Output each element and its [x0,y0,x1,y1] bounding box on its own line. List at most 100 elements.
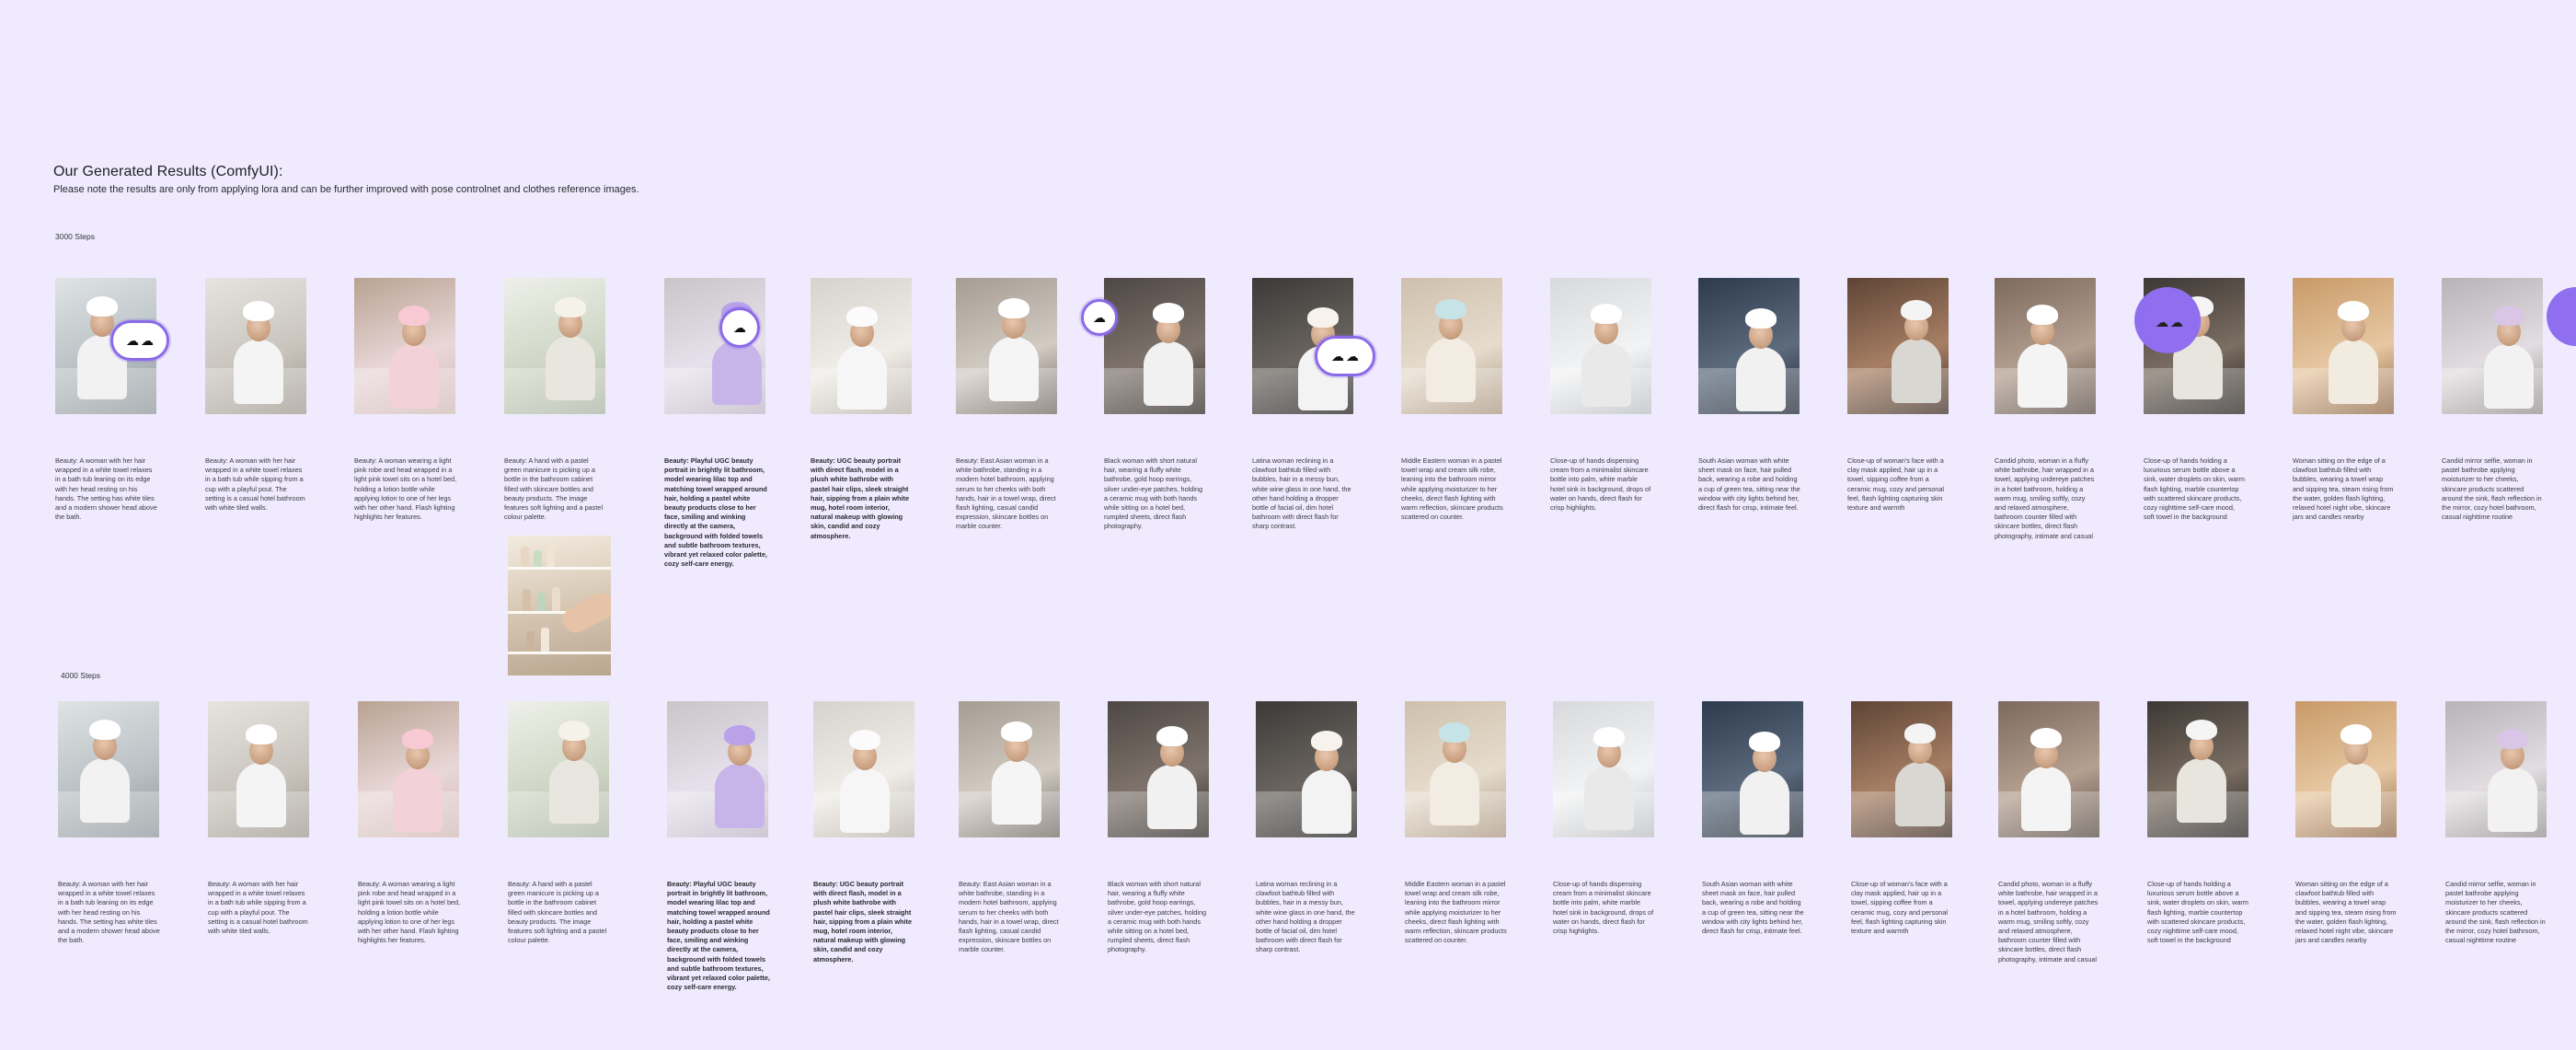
result-card: Candid mirror selfie, woman in pastel ba… [2445,701,2556,945]
result-image[interactable] [1550,278,1651,414]
figure-body [1302,769,1351,834]
result-image[interactable] [1702,701,1803,837]
result-image[interactable] [1256,701,1357,837]
image-stack-badge[interactable]: ☁ ☁ [1315,336,1375,376]
result-image[interactable] [2445,701,2547,837]
image-stack-badge[interactable]: ☁ [719,307,760,348]
figure-body [2329,340,2378,404]
result-image[interactable] [504,278,605,414]
result-card: South Asian woman with white sheet mask … [1698,278,1809,513]
figure-body [236,763,286,827]
result-caption: Latina woman reclining in a clawfoot bat… [1252,456,1351,531]
image-stack-badge[interactable]: ☁ ☁ [2139,304,2200,340]
figure-towel-wrap [558,721,590,741]
result-caption: Woman sitting on the edge of a clawfoot … [2293,456,2394,522]
result-image[interactable] [813,701,914,837]
result-card: Beauty: A hand with a pastel green manic… [508,701,618,945]
figure-body [715,764,765,828]
result-caption: Black woman with short natural hair, wea… [1108,880,1207,954]
result-card: Beauty: East Asian woman in a white bath… [956,278,1066,532]
result-image[interactable] [1998,701,2099,837]
result-image[interactable] [1847,278,1949,414]
result-image[interactable] [2442,278,2543,414]
figure-body [1430,761,1479,825]
result-caption: Latina woman reclining in a clawfoot bat… [1256,880,1355,954]
result-card: Beauty: A hand with a pastel green manic… [504,278,615,522]
result-image[interactable] [1851,701,1952,837]
result-caption: Beauty: A woman with her hair wrapped in… [205,456,305,513]
result-image[interactable] [205,278,306,414]
figure-body [840,768,890,833]
figure-body [837,345,887,410]
figure-towel-wrap [1435,299,1466,319]
result-image[interactable] [208,701,309,837]
figure-towel-wrap [1156,726,1188,746]
result-image[interactable] [2293,278,2394,414]
result-image[interactable] [1108,701,1209,837]
result-image[interactable] [2147,701,2248,837]
figure-body [2484,344,2534,409]
figure-towel-wrap [2027,305,2058,325]
figure-towel-wrap [1591,304,1622,324]
result-image[interactable] [58,701,159,837]
result-card: Woman sitting on the edge of a clawfoot … [2293,278,2403,522]
figure-body [1147,765,1197,829]
result-card: Close-up of hands dispensing cream from … [1553,701,1663,936]
figure-towel-wrap [555,297,586,317]
figure-towel-wrap [398,306,430,326]
result-image[interactable] [1401,278,1502,414]
figure-body [1892,339,1941,403]
figure-body [2021,767,2071,831]
figure-body [712,340,762,405]
result-image[interactable] [664,278,765,414]
result-image[interactable] [358,701,459,837]
result-caption: Close-up of woman's face with a clay mas… [1851,880,1949,936]
image-stack-icon: ☁ [1331,349,1344,363]
result-card: Candid mirror selfie, woman in pastel ba… [2442,278,2552,522]
figure-body [546,336,595,400]
result-image[interactable] [1405,701,1506,837]
figure-body [2177,758,2226,823]
result-card: Beauty: A woman with her hair wrapped in… [55,278,166,522]
image-stack-badge[interactable]: ☁ ☁ [110,320,169,361]
result-image[interactable] [956,278,1057,414]
result-image[interactable] [959,701,1060,837]
result-caption: South Asian woman with white sheet mask … [1702,880,1804,936]
result-card: Beauty: UGC beauty portrait with direct … [813,701,924,964]
result-card: Latina woman reclining in a clawfoot bat… [1252,278,1363,532]
figure-towel-wrap [1001,721,1032,742]
figure-body [1895,762,1945,826]
result-image[interactable] [667,701,768,837]
result-image[interactable] [1698,278,1800,414]
figure-towel-wrap [246,724,277,744]
page-subtitle: Please note the results are only from ap… [53,184,639,195]
figure-body [1740,770,1789,835]
result-card: Candid photo, woman in a fluffy white ba… [1995,278,2105,541]
figure-towel-wrap [2340,724,2372,744]
figure-towel-wrap [1901,300,1932,320]
result-image[interactable] [1104,278,1205,414]
result-card: Beauty: UGC beauty portrait with direct … [811,278,921,541]
result-image[interactable] [1553,701,1654,837]
row1-step-label: 3000 Steps [55,232,96,241]
result-card: Beauty: A woman with her hair wrapped in… [208,701,318,936]
image-stack-badge[interactable]: ☁ [1081,299,1118,336]
page-title: Our Generated Results (ComfyUI): [53,164,283,179]
figure-body [1144,341,1193,406]
result-image[interactable] [508,701,609,837]
result-card: Woman sitting on the edge of a clawfoot … [2295,701,2406,945]
figure-body [2488,767,2537,832]
result-image[interactable] [354,278,455,414]
result-image[interactable] [811,278,912,414]
result-card: Close-up of woman's face with a clay mas… [1851,701,1961,936]
header: Our Generated Results (ComfyUI): Please … [53,164,639,195]
figure-body [393,767,443,832]
result-image[interactable] [2295,701,2397,837]
result-caption: Candid mirror selfie, woman in pastel ba… [2442,456,2542,522]
figure-towel-wrap [1311,731,1342,751]
extra-result-image[interactable] [508,536,611,675]
result-image[interactable] [1995,278,2096,414]
figure-body [1581,342,1631,407]
figure-body [2331,763,2381,827]
figure-body [80,758,130,823]
